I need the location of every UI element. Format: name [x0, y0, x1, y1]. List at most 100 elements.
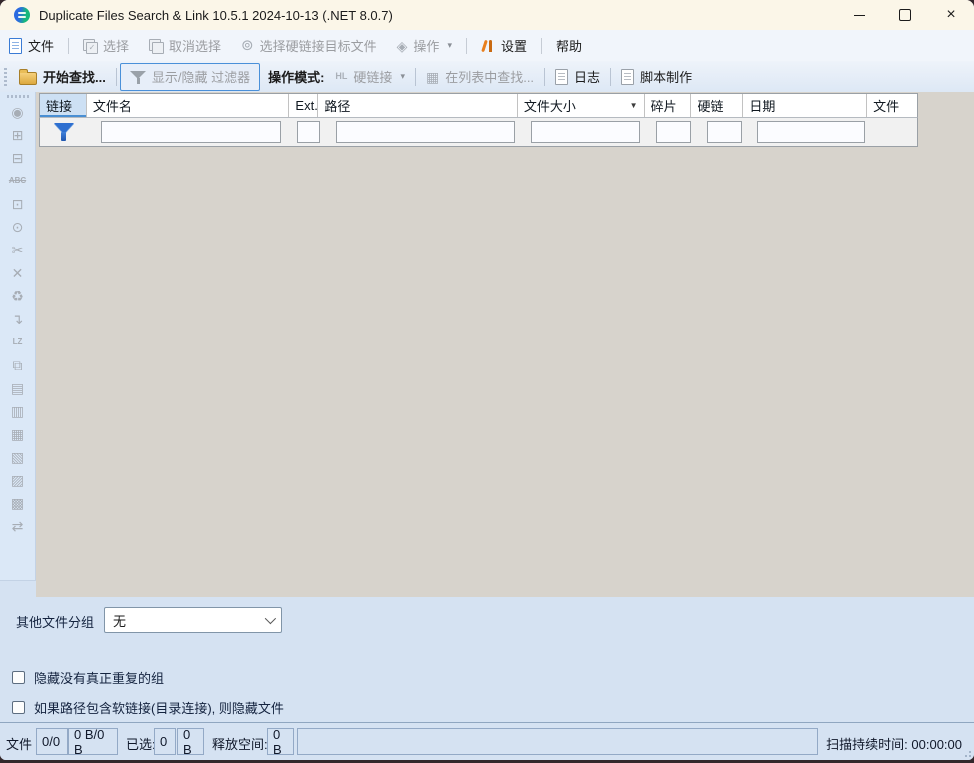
sort-descending-icon[interactable]: ▼	[630, 101, 638, 110]
filter-funnel-icon[interactable]	[53, 122, 75, 142]
move-to-folder-icon[interactable]: ↴	[5, 307, 31, 330]
menu-select[interactable]: 选择	[74, 34, 138, 58]
column-header-file-label: 文件	[873, 96, 899, 115]
menu-select-hardlink-targets[interactable]: ⊚ 选择硬链接目标文件	[232, 34, 386, 58]
add-to-selection-icon[interactable]: ⊞	[5, 123, 31, 146]
menu-file-label: 文件	[28, 36, 54, 55]
log-button[interactable]: 日志	[548, 64, 607, 90]
menu-operations[interactable]: ◈ 操作 ▾	[388, 34, 461, 58]
menu-operations-label: 操作	[413, 36, 439, 55]
hardlink-mode-value: 硬链接	[353, 67, 392, 86]
resize-grip[interactable]	[962, 748, 972, 758]
abc-compare-icon[interactable]: ABC	[5, 169, 31, 192]
column-header-size-label: 文件大小	[524, 96, 576, 115]
toolbar-separator	[116, 68, 117, 86]
column-header-date[interactable]: 日期	[743, 94, 867, 117]
column-header-filename-label: 文件名	[93, 96, 132, 115]
maximize-icon	[899, 9, 911, 21]
link-dotted-icon[interactable]: ⊙	[5, 215, 31, 238]
deselect-pages-icon	[149, 39, 163, 53]
operation-mode-label: 操作模式:	[260, 67, 328, 86]
column-header-path[interactable]: 路径	[318, 94, 518, 117]
column-header-ext[interactable]: Ext...	[289, 94, 318, 117]
column-header-fragments-label: 碎片	[651, 96, 677, 115]
link-select-icon[interactable]: ⊡	[5, 192, 31, 215]
filter-filename-input[interactable]	[101, 121, 281, 143]
minimize-button[interactable]	[836, 0, 882, 30]
column-header-file[interactable]: 文件	[867, 94, 917, 117]
recycle-bin-icon[interactable]: ♻	[5, 284, 31, 307]
hide-non-duplicate-groups-label: 隐藏没有真正重复的组	[34, 668, 164, 687]
column-header-hardlinks[interactable]: 硬链	[691, 94, 743, 117]
hide-non-duplicate-groups-checkbox[interactable]	[12, 671, 25, 684]
start-search-button[interactable]: 开始查找...	[12, 64, 113, 90]
filmstrip-filter-icon[interactable]: ▥	[5, 399, 31, 422]
start-search-label: 开始查找...	[43, 67, 106, 86]
menu-settings[interactable]: 设置	[472, 34, 536, 58]
find-in-list-button[interactable]: ▦ 在列表中查找...	[419, 64, 541, 90]
menu-separator	[68, 38, 69, 54]
lz-compress-icon[interactable]: LZ	[5, 330, 31, 353]
selected-size-value: 0 B	[183, 727, 198, 757]
maximize-button[interactable]	[882, 0, 928, 30]
filter-fragments-input[interactable]	[656, 121, 691, 143]
other-files-grouping-select[interactable]: 无	[104, 607, 282, 633]
column-header-link-label: 链接	[46, 96, 72, 115]
menu-file[interactable]: 文件	[0, 34, 63, 58]
tool-bar: 开始查找... 显示/隐藏 过滤器 操作模式: HL 硬链接 ▾ ▦ 在列表中查…	[0, 61, 974, 93]
close-button[interactable]: ×	[928, 0, 974, 30]
remove-from-selection-icon[interactable]: ⊟	[5, 146, 31, 169]
log-label: 日志	[574, 67, 600, 86]
file-document-icon	[9, 38, 22, 54]
column-header-filename[interactable]: 文件名	[87, 94, 290, 117]
log-document-icon	[555, 69, 568, 85]
column-header-hardlinks-label: 硬链	[697, 96, 723, 115]
filter-ext-input[interactable]	[297, 121, 320, 143]
column-header-link[interactable]: 链接	[40, 94, 87, 117]
filter-hardlinks-input[interactable]	[707, 121, 742, 143]
filmstrip-select-1-icon[interactable]: ▤	[5, 376, 31, 399]
toolbar-grip[interactable]	[7, 95, 29, 98]
toggle-filter-button[interactable]: 显示/隐藏 过滤器	[120, 63, 260, 91]
preview-select-icon[interactable]: ◉	[5, 100, 31, 123]
filter-row	[39, 117, 918, 147]
hide-softlink-path-files-option[interactable]: 如果路径包含软链接(目录连接), 则隐藏文件	[12, 698, 284, 717]
filmstrip-group-icon[interactable]: ▩	[5, 491, 31, 514]
hide-softlink-path-files-checkbox[interactable]	[12, 701, 25, 714]
files-label: 文件	[6, 734, 32, 753]
files-count-value: 0/0	[42, 734, 60, 749]
files-size-cell: 0 B/0 B	[68, 728, 118, 755]
chevron-down-icon: ▾	[447, 40, 452, 51]
swap-groups-icon[interactable]: ⇄	[5, 514, 31, 537]
funnel-icon	[130, 70, 146, 84]
column-header-fragments[interactable]: 碎片	[645, 94, 692, 117]
delete-icon[interactable]: ✕	[5, 261, 31, 284]
menu-deselect[interactable]: 取消选择	[140, 34, 230, 58]
search-folder-icon	[19, 72, 37, 85]
filmstrip-select-2-icon[interactable]: ▦	[5, 422, 31, 445]
filmstrip-select-4-icon[interactable]: ▨	[5, 468, 31, 491]
selected-size-cell: 0 B	[177, 728, 204, 755]
hardlink-mode-dropdown[interactable]: HL 硬链接 ▾	[328, 64, 412, 90]
files-size-value: 0 B/0 B	[74, 727, 112, 757]
target-icon: ⊚	[241, 38, 254, 53]
cut-link-icon[interactable]: ✂	[5, 238, 31, 261]
menu-help[interactable]: 帮助	[547, 34, 591, 58]
filter-date-input[interactable]	[757, 121, 865, 143]
filmstrip-select-3-icon[interactable]: ▧	[5, 445, 31, 468]
files-count-cell: 0/0	[36, 728, 68, 755]
free-space-value: 0 B	[273, 727, 288, 757]
column-header-path-label: 路径	[324, 96, 350, 115]
chevron-down-icon	[265, 613, 276, 624]
title-bar: Duplicate Files Search & Link 10.5.1 202…	[0, 0, 974, 30]
scripting-button[interactable]: 脚本制作	[614, 64, 699, 90]
script-icon	[621, 69, 634, 85]
window-title: Duplicate Files Search & Link 10.5.1 202…	[39, 8, 393, 23]
find-in-list-label: 在列表中查找...	[445, 67, 534, 86]
copy-list-icon[interactable]: ⧉	[5, 353, 31, 376]
column-header-size[interactable]: 文件大小 ▼	[518, 94, 645, 117]
filter-size-input[interactable]	[531, 121, 640, 143]
find-in-list-icon: ▦	[426, 70, 439, 84]
filter-path-input[interactable]	[336, 121, 515, 143]
hide-non-duplicate-groups-option[interactable]: 隐藏没有真正重复的组	[12, 668, 164, 687]
